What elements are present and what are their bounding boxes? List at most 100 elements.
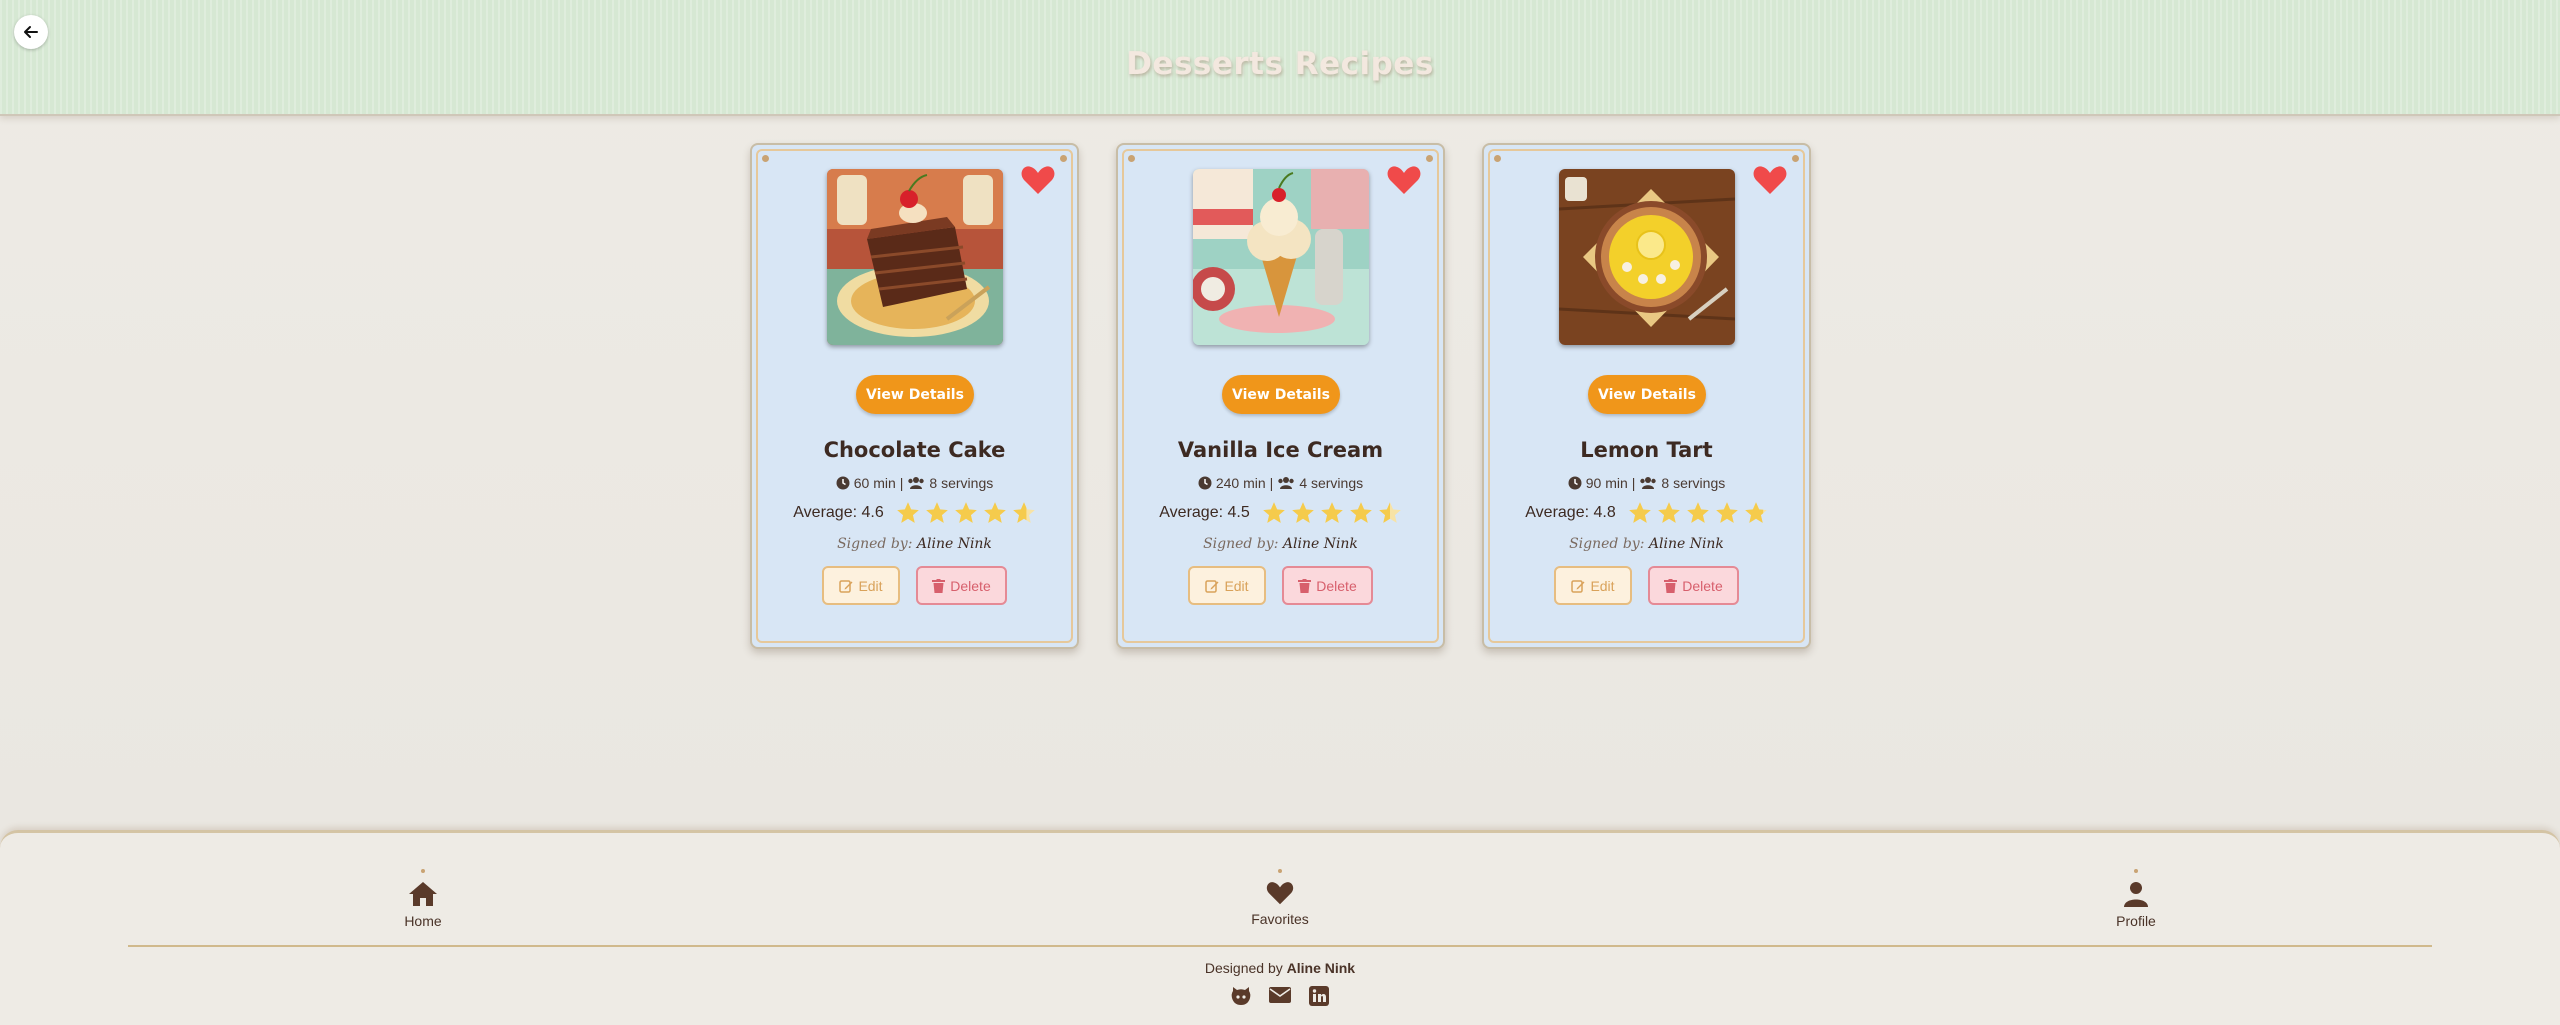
trash-icon <box>1664 578 1678 593</box>
edit-icon <box>1571 579 1585 593</box>
delete-button[interactable]: Delete <box>1648 566 1739 605</box>
decorative-dot <box>762 155 769 162</box>
average-rating: Average: 4.8 <box>1525 504 1616 521</box>
arrow-left-icon <box>24 26 38 38</box>
users-icon <box>1640 477 1657 489</box>
designer-name: Aline Nink <box>1286 960 1356 976</box>
prep-time: 90 min <box>1585 475 1628 491</box>
star-icon[interactable] <box>1349 501 1373 525</box>
decorative-dot <box>2134 869 2138 873</box>
favorite-button[interactable] <box>1387 165 1421 195</box>
star-rating[interactable] <box>1262 501 1402 525</box>
linkedin-icon[interactable] <box>1308 985 1330 1007</box>
edit-button[interactable]: Edit <box>822 566 900 605</box>
delete-button[interactable]: Delete <box>916 566 1007 605</box>
chocolate-cake-image <box>827 169 1003 345</box>
signed-by: Signed by: Aline Nink <box>752 536 1077 552</box>
star-icon[interactable] <box>1012 501 1036 525</box>
average-rating: Average: 4.5 <box>1159 504 1250 521</box>
view-details-button[interactable]: View Details <box>1222 375 1340 414</box>
recipe-title: Vanilla Ice Cream <box>1177 438 1384 462</box>
star-icon[interactable] <box>1262 501 1286 525</box>
home-icon <box>409 882 437 906</box>
lemon-tart-image <box>1559 169 1735 345</box>
author-name: Aline Nink <box>1648 536 1724 552</box>
credit-prefix: Designed by <box>1204 960 1283 976</box>
delete-label: Delete <box>950 577 991 594</box>
edit-icon <box>839 579 853 593</box>
separator: | <box>1631 475 1636 491</box>
decorative-dot <box>1278 869 1282 873</box>
heart-icon <box>1387 166 1421 194</box>
view-details-button[interactable]: View Details <box>856 375 974 414</box>
nav-profile[interactable]: Profile <box>2076 869 2196 929</box>
nav-label: Home <box>404 913 442 929</box>
star-icon[interactable] <box>1628 501 1652 525</box>
star-icon[interactable] <box>1320 501 1344 525</box>
github-icon[interactable] <box>1230 985 1252 1007</box>
servings: 8 servings <box>929 475 994 491</box>
users-icon <box>1278 477 1295 489</box>
heart-icon <box>1021 166 1055 194</box>
heart-icon <box>1753 166 1787 194</box>
edit-button[interactable]: Edit <box>1554 566 1632 605</box>
edit-button[interactable]: Edit <box>1188 566 1266 605</box>
trash-icon <box>1298 578 1312 593</box>
decorative-dot <box>1128 155 1135 162</box>
delete-button[interactable]: Delete <box>1282 566 1373 605</box>
star-icon[interactable] <box>954 501 978 525</box>
card-actions: Edit Delete <box>752 566 1077 605</box>
star-icon[interactable] <box>1686 501 1710 525</box>
favorite-button[interactable] <box>1753 165 1787 195</box>
edit-label: Edit <box>1590 577 1615 594</box>
delete-label: Delete <box>1316 577 1357 594</box>
recipe-title: Chocolate Cake <box>823 438 1006 462</box>
rating: Average: 4.5 <box>1118 501 1443 525</box>
decorative-dot <box>1494 155 1501 162</box>
footer-divider <box>128 945 2432 947</box>
recipe-card: View Details Vanilla Ice Cream 240 min |… <box>1116 143 1445 649</box>
signed-by: Signed by: Aline Nink <box>1484 536 1809 552</box>
favorite-button[interactable] <box>1021 165 1055 195</box>
page-title: Desserts Recipes <box>1126 46 1434 82</box>
star-icon[interactable] <box>1378 501 1402 525</box>
star-icon[interactable] <box>925 501 949 525</box>
star-icon[interactable] <box>983 501 1007 525</box>
nav-favorites[interactable]: Favorites <box>1220 869 1340 927</box>
separator: | <box>899 475 904 491</box>
recipe-meta: 240 min | 4 servings <box>1118 475 1443 491</box>
designer-credit: Designed by Aline Nink <box>0 960 2560 976</box>
prep-time: 240 min <box>1215 475 1266 491</box>
decorative-dot <box>1426 155 1433 162</box>
star-icon[interactable] <box>896 501 920 525</box>
star-icon[interactable] <box>1657 501 1681 525</box>
clock-icon <box>1198 476 1212 490</box>
decorative-dot <box>421 869 425 873</box>
recipe-title: Lemon Tart <box>1580 438 1713 462</box>
star-icon[interactable] <box>1744 501 1768 525</box>
clock-icon <box>1568 476 1582 490</box>
rating: Average: 4.8 <box>1484 501 1809 525</box>
back-button[interactable] <box>14 15 48 49</box>
separator: | <box>1269 475 1274 491</box>
view-details-button[interactable]: View Details <box>1588 375 1706 414</box>
user-icon <box>2124 882 2148 907</box>
recipe-card: View Details Lemon Tart 90 min | 8 servi… <box>1482 143 1811 649</box>
star-icon[interactable] <box>1715 501 1739 525</box>
author-name: Aline Nink <box>916 536 992 552</box>
card-actions: Edit Delete <box>1118 566 1443 605</box>
decorative-dot <box>1792 155 1799 162</box>
nav-home[interactable]: Home <box>363 869 483 929</box>
signed-prefix: Signed by: <box>1203 536 1279 552</box>
servings: 8 servings <box>1661 475 1726 491</box>
envelope-icon[interactable] <box>1268 985 1292 1005</box>
average-rating: Average: 4.6 <box>793 504 884 521</box>
decorative-dot <box>1060 155 1067 162</box>
edit-icon <box>1205 579 1219 593</box>
card-actions: Edit Delete <box>1484 566 1809 605</box>
star-icon[interactable] <box>1291 501 1315 525</box>
rating: Average: 4.6 <box>752 501 1077 525</box>
star-rating[interactable] <box>896 501 1036 525</box>
star-rating[interactable] <box>1628 501 1768 525</box>
clock-icon <box>836 476 850 490</box>
